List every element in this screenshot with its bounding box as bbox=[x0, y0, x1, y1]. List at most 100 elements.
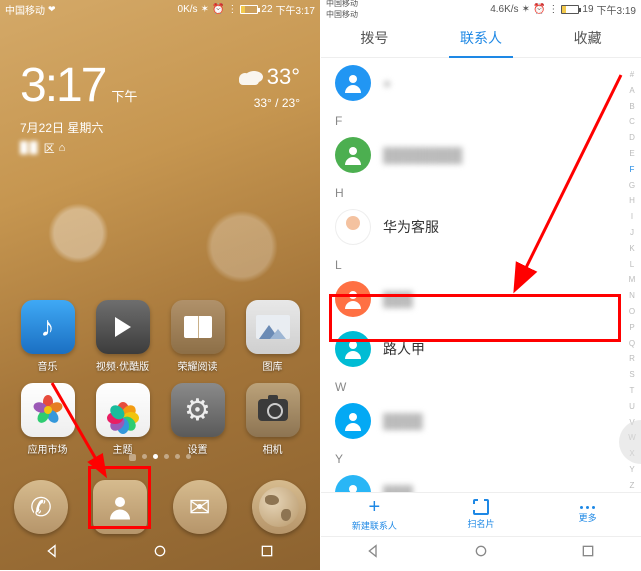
nav-back[interactable] bbox=[45, 543, 61, 564]
contact-row[interactable]: ███ bbox=[321, 468, 623, 492]
index-letter[interactable]: K bbox=[629, 244, 634, 253]
alarm-icon: ⏰ bbox=[212, 4, 224, 15]
avatar bbox=[335, 403, 371, 439]
net-speed: 0K/s bbox=[178, 4, 198, 15]
nav-back[interactable] bbox=[366, 543, 382, 564]
index-letter[interactable]: P bbox=[629, 323, 634, 332]
tab-contacts-label: 联系人 bbox=[460, 28, 502, 48]
camera-icon bbox=[258, 399, 288, 421]
index-letter[interactable]: I bbox=[631, 212, 633, 221]
index-letter[interactable]: D bbox=[629, 133, 635, 142]
top-tabs: 拨号 联系人 收藏 bbox=[321, 18, 641, 58]
avatar bbox=[335, 137, 371, 173]
index-letter[interactable]: T bbox=[630, 386, 635, 395]
status-time: 下午3:17 bbox=[276, 2, 315, 17]
app-music[interactable]: ♪音乐 bbox=[14, 300, 81, 373]
app-camera[interactable]: 相机 bbox=[239, 383, 306, 456]
app-video-label: 视频·优酷版 bbox=[96, 358, 149, 373]
action-new-contact[interactable]: +新建联系人 bbox=[321, 493, 428, 536]
index-letter[interactable]: # bbox=[630, 70, 634, 79]
app-theme[interactable]: 主题 bbox=[89, 383, 156, 456]
clock-time: 3:17 bbox=[20, 58, 105, 113]
contact-name: 路人甲 bbox=[383, 339, 425, 359]
nav-recent[interactable] bbox=[580, 543, 596, 564]
index-letter[interactable]: M bbox=[629, 275, 636, 284]
weather-range: 33° / 23° bbox=[245, 96, 300, 110]
action-more[interactable]: 更多 bbox=[534, 493, 641, 536]
app-settings[interactable]: ⚙设置 bbox=[164, 383, 231, 456]
index-letter[interactable]: S bbox=[629, 370, 634, 379]
mountain-icon bbox=[256, 315, 290, 339]
contact-name-blurred: ████ bbox=[383, 413, 423, 429]
app-grid: ♪音乐 视频·优酷版 荣耀阅读 图库 应用市场 主题 ⚙设置 相机 bbox=[0, 300, 320, 456]
app-gallery-label: 图库 bbox=[263, 358, 283, 373]
contact-row[interactable]: ███ bbox=[321, 274, 623, 324]
contact-name-blurred: ████████ bbox=[383, 147, 462, 163]
index-letter[interactable]: N bbox=[629, 291, 635, 300]
action-scan-label: 扫名片 bbox=[468, 517, 495, 530]
nav-bar-right bbox=[321, 536, 641, 570]
section-H: H bbox=[321, 180, 623, 202]
contact-row[interactable]: ● bbox=[321, 58, 623, 108]
index-letter[interactable]: O bbox=[629, 307, 635, 316]
app-market[interactable]: 应用市场 bbox=[14, 383, 81, 456]
contacts-list[interactable]: ● F ████████ H 华为客服 L ███ 路人甲 W ████ Y █… bbox=[321, 58, 623, 492]
battery-pct: 22 bbox=[261, 4, 272, 15]
avatar bbox=[335, 281, 371, 317]
contact-row[interactable]: ████ bbox=[321, 396, 623, 446]
tab-dial[interactable]: 拨号 bbox=[321, 18, 428, 57]
dock-messages[interactable]: ✉ bbox=[173, 480, 227, 534]
app-music-label: 音乐 bbox=[38, 358, 58, 373]
app-video[interactable]: 视频·优酷版 bbox=[89, 300, 156, 373]
tab-fav[interactable]: 收藏 bbox=[534, 18, 641, 57]
contact-row-target[interactable]: 路人甲 bbox=[321, 324, 623, 374]
app-reader-label: 荣耀阅读 bbox=[178, 358, 218, 373]
index-letter[interactable]: C bbox=[629, 117, 635, 126]
dock-phone[interactable]: ✆ bbox=[14, 480, 68, 534]
nav-home[interactable] bbox=[473, 543, 489, 564]
index-letter[interactable]: H bbox=[629, 196, 635, 205]
dock-browser[interactable] bbox=[252, 480, 306, 534]
index-letter[interactable]: A bbox=[629, 86, 634, 95]
index-letter[interactable]: F bbox=[630, 165, 635, 174]
page-indicator[interactable] bbox=[0, 454, 320, 461]
index-letter[interactable]: Q bbox=[629, 339, 635, 348]
heart-icon: ❤ bbox=[48, 4, 56, 15]
dock: ✆ ✉ bbox=[0, 480, 320, 534]
section-W: W bbox=[321, 374, 623, 396]
clock-weather-widget[interactable]: 3:17 下午 7月22日 星期六 ██ 区 ⌂ 33° 33° / 23° bbox=[0, 18, 320, 166]
dock-contacts[interactable] bbox=[93, 480, 147, 534]
vibrate-icon: ✶ bbox=[201, 4, 209, 15]
contact-row[interactable]: ████████ bbox=[321, 130, 623, 180]
huawei-flower-icon bbox=[33, 395, 63, 425]
app-gallery[interactable]: 图库 bbox=[239, 300, 306, 373]
battery-icon bbox=[561, 5, 579, 14]
index-letter[interactable]: Z bbox=[630, 481, 635, 490]
contact-row-huawei[interactable]: 华为客服 bbox=[321, 202, 623, 252]
nav-bar-left bbox=[0, 536, 320, 570]
index-letter[interactable]: G bbox=[629, 181, 635, 190]
app-reader[interactable]: 荣耀阅读 bbox=[164, 300, 231, 373]
globe-icon bbox=[259, 487, 299, 527]
index-letter[interactable]: E bbox=[629, 149, 634, 158]
status-time-r: 下午3:19 bbox=[597, 2, 636, 17]
index-letter[interactable]: Y bbox=[629, 465, 634, 474]
home-icon: ⌂ bbox=[59, 142, 66, 154]
bottom-actions: +新建联系人 扫名片 更多 bbox=[321, 492, 641, 536]
index-letter[interactable]: L bbox=[630, 260, 634, 269]
nav-recent[interactable] bbox=[259, 543, 275, 564]
gear-icon: ⚙ bbox=[184, 393, 211, 428]
index-letter[interactable]: U bbox=[629, 402, 635, 411]
index-letter[interactable]: B bbox=[629, 102, 634, 111]
battery-icon bbox=[240, 5, 258, 14]
section-L: L bbox=[321, 252, 623, 274]
index-letter[interactable]: R bbox=[629, 354, 635, 363]
vibrate-icon: ✶ bbox=[522, 4, 530, 15]
tab-fav-label: 收藏 bbox=[574, 28, 602, 48]
contact-name-blurred: ███ bbox=[383, 291, 413, 307]
action-scan-card[interactable]: 扫名片 bbox=[428, 493, 535, 536]
palette-icon bbox=[109, 396, 137, 424]
index-letter[interactable]: J bbox=[630, 228, 634, 237]
nav-home[interactable] bbox=[152, 543, 168, 564]
tab-contacts[interactable]: 联系人 bbox=[428, 18, 535, 57]
